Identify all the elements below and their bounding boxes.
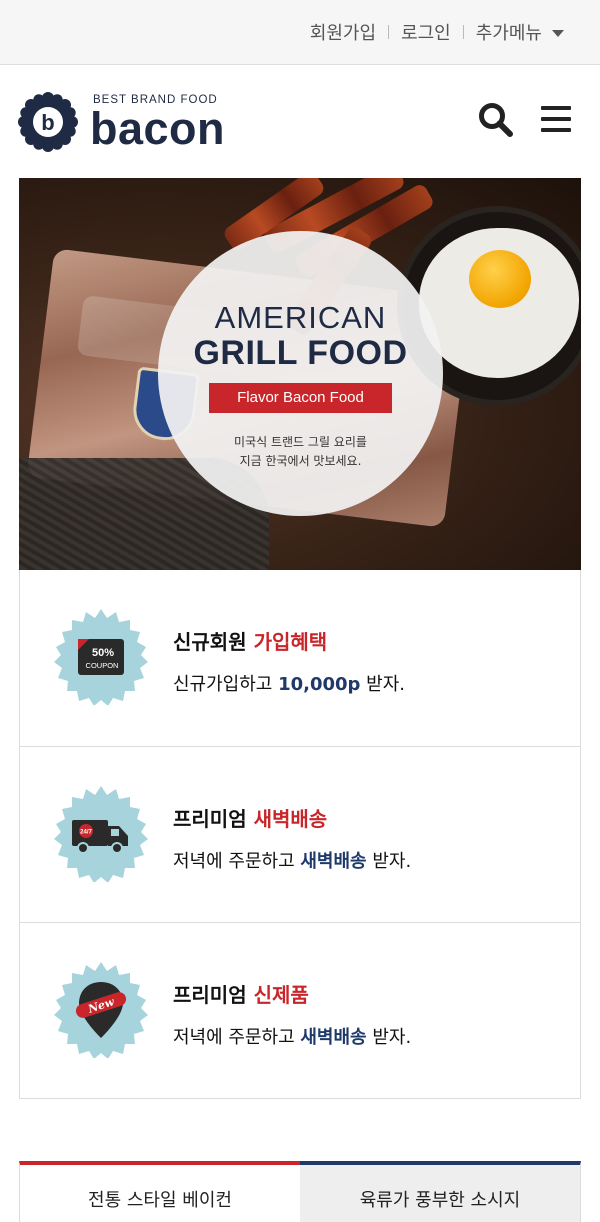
hero-desc-line1: 미국식 트랜드 그릴 요리를: [234, 435, 367, 449]
logo-badge-icon[interactable]: b: [18, 92, 78, 152]
chevron-down-icon[interactable]: [552, 29, 564, 37]
search-icon[interactable]: [478, 102, 514, 138]
feature-item-dawn-delivery[interactable]: 24/7 프리미엄 새벽배송 저녁에 주문하고 새벽배송 받자.: [20, 746, 580, 922]
hamburger-menu-icon[interactable]: [541, 106, 573, 134]
feature-title-highlight: 신제품: [253, 983, 309, 1007]
feature-list: 50% COUPON 신규회원 가입혜택 신규가입하고 10,000p 받자. …: [19, 570, 581, 1099]
hero-desc-line2: 지금 한국에서 맛보세요.: [239, 454, 362, 468]
egg-yolk-image: [469, 250, 531, 308]
hero-tag: Flavor Bacon Food: [209, 383, 392, 413]
login-link[interactable]: 로그인: [401, 19, 451, 45]
feature-desc: 저녁에 주문하고 새벽배송 받자.: [173, 1023, 411, 1049]
product-tabs: 전통 스타일 베이컨 육류가 풍부한 소시지: [19, 1161, 581, 1222]
divider: [388, 25, 390, 39]
feature-desc-text: 받자.: [366, 1027, 412, 1048]
feature-desc: 신규가입하고 10,000p 받자.: [173, 670, 405, 696]
coupon-percent: 50%: [92, 647, 114, 659]
logo-wordmark[interactable]: bacon: [90, 105, 225, 153]
coupon-label: COUPON: [86, 661, 119, 670]
divider: [462, 25, 464, 39]
more-menu-link[interactable]: 추가메뉴: [476, 19, 542, 45]
feature-desc-highlight: 10,000p: [278, 674, 361, 695]
feature-title-highlight: 새벽배송: [253, 807, 328, 831]
hero-title-line2: GRILL FOOD: [193, 334, 408, 372]
tab-meaty-sausage[interactable]: 육류가 풍부한 소시지: [300, 1161, 581, 1222]
feature-title: 프리미엄 새벽배송: [173, 803, 327, 832]
delivery-badge-text: 24/7: [80, 830, 92, 836]
feature-item-signup-benefit[interactable]: 50% COUPON 신규회원 가입혜택 신규가입하고 10,000p 받자.: [20, 570, 580, 746]
logo-letter: b: [41, 110, 54, 135]
feature-desc: 저녁에 주문하고 새벽배송 받자.: [173, 847, 411, 873]
feature-desc-text: 받자.: [360, 674, 406, 695]
signup-link[interactable]: 회원가입: [310, 19, 376, 45]
feature-title-highlight: 가입혜택: [253, 630, 328, 654]
hero-text-circle: [158, 231, 443, 516]
hero-banner[interactable]: AMERICAN GRILL FOOD Flavor Bacon Food 미국…: [19, 178, 581, 570]
utility-links: 회원가입 로그인 추가메뉴: [310, 0, 564, 64]
site-header: b BEST BRAND FOOD bacon: [0, 65, 600, 178]
feature-title-plain: 신규회원: [173, 630, 254, 654]
feature-desc-text: 신규가입하고: [173, 674, 279, 695]
feature-title: 신규회원 가입혜택: [173, 626, 327, 655]
tab-traditional-bacon[interactable]: 전통 스타일 베이컨: [19, 1161, 300, 1222]
feature-item-new-products[interactable]: New 프리미엄 신제품 저녁에 주문하고 새벽배송 받자.: [20, 922, 580, 1098]
feature-desc-text: 저녁에 주문하고: [173, 851, 301, 872]
coupon-icon: 50% COUPON: [54, 609, 148, 705]
feature-title-plain: 프리미엄: [173, 807, 254, 831]
top-utility-bar: 회원가입 로그인 추가메뉴: [0, 0, 600, 65]
hero-title-line1: AMERICAN: [214, 300, 387, 335]
feature-title-plain: 프리미엄: [173, 983, 254, 1007]
feature-desc-highlight: 새벽배송: [300, 851, 367, 872]
feature-desc-text: 저녁에 주문하고: [173, 1027, 301, 1048]
feature-title: 프리미엄 신제품: [173, 979, 309, 1008]
delivery-truck-icon: 24/7: [54, 786, 148, 882]
feature-desc-highlight: 새벽배송: [300, 1027, 367, 1048]
feature-desc-text: 받자.: [366, 851, 412, 872]
new-location-pin-icon: New: [54, 962, 148, 1058]
